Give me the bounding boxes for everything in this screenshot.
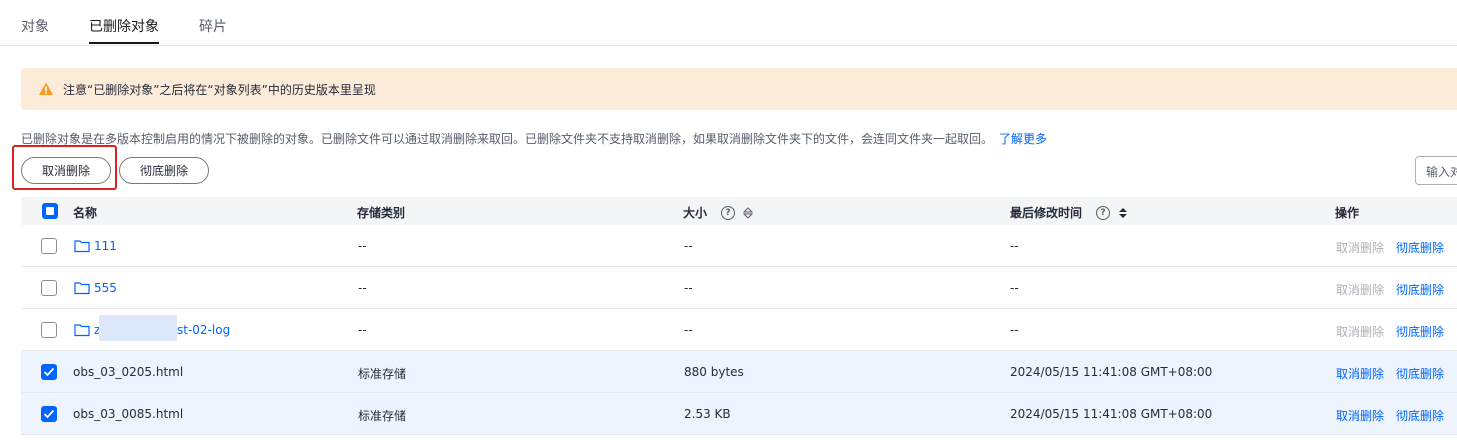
table-row: obs_03_0205.html 标准存储 880 bytes 2024/05/… xyxy=(21,351,1457,393)
tab-bar: 对象 已删除对象 碎片 xyxy=(0,0,1457,46)
delete-permanently-button[interactable]: 彻底删除 xyxy=(119,157,209,184)
row-name-link[interactable]: 555 xyxy=(94,281,117,295)
help-icon[interactable]: ? xyxy=(721,205,736,220)
row-storage-class: -- xyxy=(358,323,367,337)
row-name-link[interactable]: st-02-log xyxy=(177,323,230,337)
search-input[interactable]: 输入对 xyxy=(1415,156,1457,185)
redacted-area xyxy=(99,315,177,341)
row-modified: -- xyxy=(1010,239,1019,253)
row-undelete-link: 取消删除 xyxy=(1336,283,1385,297)
row-delete-link[interactable]: 彻底删除 xyxy=(1396,323,1444,340)
row-undelete-link: 取消删除 xyxy=(1336,325,1385,339)
tab-objects[interactable]: 对象 xyxy=(21,16,49,36)
row-name[interactable]: obs_03_0085.html xyxy=(73,407,183,421)
row-checkbox[interactable] xyxy=(41,280,57,296)
row-delete-link[interactable]: 彻底删除 xyxy=(1396,239,1444,256)
header-modified-label: 最后修改时间 xyxy=(1010,206,1083,220)
row-undelete-link[interactable]: 取消删除 xyxy=(1336,407,1384,424)
row-storage-class: -- xyxy=(358,281,367,295)
description-text: 已删除对象是在多版本控制启用的情况下被删除的对象。已删除文件可以通过取消删除来取… xyxy=(21,132,994,146)
row-modified: 2024/05/15 11:41:08 GMT+08:00 xyxy=(1010,407,1213,421)
folder-icon xyxy=(74,240,90,253)
row-delete-link[interactable]: 彻底删除 xyxy=(1396,281,1444,298)
active-tab-indicator xyxy=(89,42,159,44)
undelete-button[interactable]: 取消删除 xyxy=(21,157,111,184)
table-row: z st-02-log -- -- -- 取消删除 彻底删除 xyxy=(21,309,1457,351)
header-size: 大小 ? xyxy=(683,204,754,221)
row-size: -- xyxy=(684,323,693,337)
table-row: 555 -- -- -- 取消删除 彻底删除 xyxy=(21,267,1457,309)
folder-icon xyxy=(74,282,90,295)
table-header: 名称 存储类别 大小 ? 最后修改时间 ? 操作 xyxy=(21,197,1457,225)
notice-banner: 注意“已删除对象”之后将在“对象列表”中的历史版本里呈现 xyxy=(21,68,1457,110)
row-modified: -- xyxy=(1010,281,1019,295)
row-size: -- xyxy=(684,239,693,253)
sort-icon[interactable] xyxy=(1118,207,1128,219)
sort-icon[interactable] xyxy=(743,206,754,219)
row-checkbox[interactable] xyxy=(41,238,57,254)
row-storage-class: 标准存储 xyxy=(358,409,407,423)
row-checkbox[interactable] xyxy=(41,406,57,422)
header-actions: 操作 xyxy=(1335,206,1360,220)
row-size: 2.53 KB xyxy=(684,407,731,421)
warning-icon xyxy=(39,82,53,95)
row-storage-class: -- xyxy=(358,239,367,253)
row-name[interactable]: obs_03_0205.html xyxy=(73,365,183,379)
tab-deleted-objects[interactable]: 已删除对象 xyxy=(89,16,159,36)
row-undelete-link: 取消删除 xyxy=(1336,241,1385,255)
check-icon xyxy=(43,409,55,419)
row-checkbox[interactable] xyxy=(41,364,57,380)
row-delete-link[interactable]: 彻底删除 xyxy=(1396,365,1444,382)
table-row: obs_03_0085.html 标准存储 2.53 KB 2024/05/15… xyxy=(21,393,1457,435)
row-size: 880 bytes xyxy=(684,365,744,379)
row-name-link[interactable]: 111 xyxy=(94,239,117,253)
row-modified: 2024/05/15 11:41:08 GMT+08:00 xyxy=(1010,365,1213,379)
header-storage-class: 存储类别 xyxy=(357,206,406,220)
row-storage-class: 标准存储 xyxy=(358,367,407,381)
header-modified: 最后修改时间 ? xyxy=(1010,204,1128,221)
row-checkbox[interactable] xyxy=(41,322,57,338)
learn-more-link[interactable]: 了解更多 xyxy=(999,132,1047,146)
header-name: 名称 xyxy=(73,206,98,220)
notice-text: 注意“已删除对象”之后将在“对象列表”中的历史版本里呈现 xyxy=(63,83,376,97)
row-undelete-link[interactable]: 取消删除 xyxy=(1336,365,1384,382)
tab-fragments[interactable]: 碎片 xyxy=(199,16,227,36)
row-modified: -- xyxy=(1010,323,1019,337)
check-icon xyxy=(43,367,55,377)
folder-icon xyxy=(74,324,90,337)
help-icon[interactable]: ? xyxy=(1096,205,1111,220)
table-row: 111 -- -- -- 取消删除 彻底删除 xyxy=(21,225,1457,267)
description: 已删除对象是在多版本控制启用的情况下被删除的对象。已删除文件可以通过取消删除来取… xyxy=(21,130,1047,147)
row-size: -- xyxy=(684,281,693,295)
header-size-label: 大小 xyxy=(683,206,708,220)
select-all-checkbox[interactable] xyxy=(42,203,58,219)
row-delete-link[interactable]: 彻底删除 xyxy=(1396,407,1444,424)
